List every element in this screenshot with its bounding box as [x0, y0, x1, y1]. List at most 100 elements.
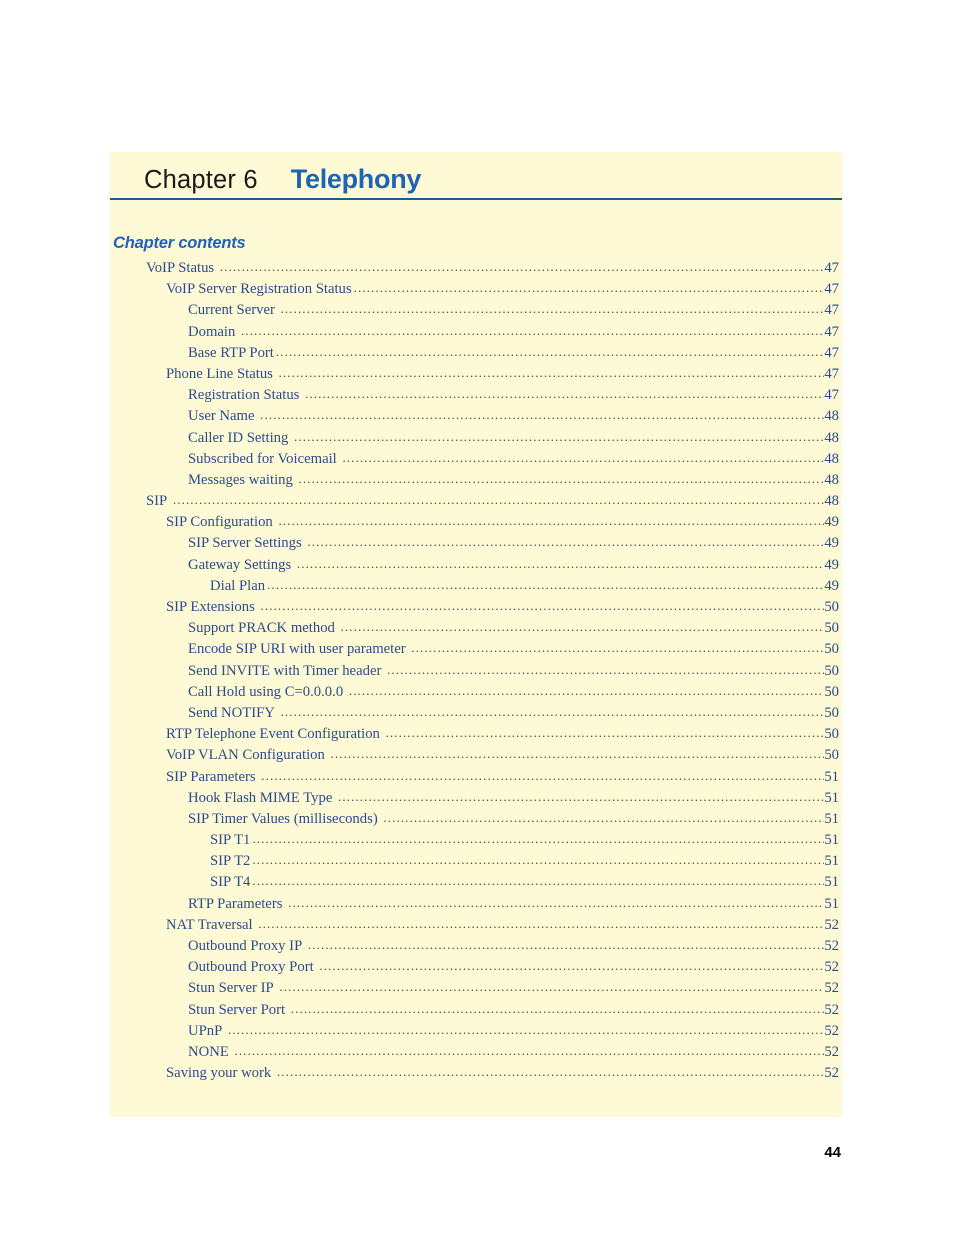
toc-entry[interactable]: SIP Parameters 51	[110, 769, 842, 790]
toc-entry-label: Outbound Proxy Port	[188, 959, 314, 976]
toc-entry[interactable]: SIP Server Settings 49	[110, 535, 842, 556]
toc-entry-label: Outbound Proxy IP	[188, 938, 303, 954]
toc-entry-label: Hook Flash MIME Type	[188, 789, 333, 806]
toc-entry-page-number: 51	[824, 832, 839, 849]
toc-entry[interactable]: Gateway Settings 49	[110, 557, 842, 578]
toc-entry-page-number: 52	[824, 916, 839, 933]
toc-dot-leader	[173, 493, 824, 506]
toc-dot-leader	[338, 790, 824, 803]
toc-entry-label: Send NOTIFY	[188, 704, 275, 721]
toc-entry-page-number: 49	[824, 535, 839, 552]
toc-entry[interactable]: Send NOTIFY 50	[110, 705, 842, 726]
toc-entry[interactable]: VoIP Status 47	[110, 260, 842, 281]
toc-entry[interactable]: Phone Line Status 47	[110, 366, 842, 387]
toc-entry[interactable]: RTP Telephone Event Configuration 50	[110, 726, 842, 747]
toc-entry-page-number: 50	[824, 662, 839, 679]
toc-entry[interactable]: Dial Plan 49	[110, 578, 842, 599]
toc-entry[interactable]: Stun Server Port 52	[110, 1002, 842, 1023]
toc-entry-label: UPnP	[188, 1022, 223, 1039]
toc-entry-label: Saving your work	[166, 1065, 272, 1082]
chapter-title: Telephony	[290, 164, 422, 194]
toc-dot-leader	[234, 1044, 824, 1057]
toc-entry[interactable]: SIP Extensions 50	[110, 599, 842, 620]
toc-entry-label: Stun Server IP	[188, 980, 274, 997]
toc-entry-page-number: 47	[824, 387, 839, 404]
toc-entry[interactable]: Current Server 47	[110, 302, 842, 323]
toc-dot-leader	[342, 451, 824, 464]
toc-entry-label: RTP Parameters	[188, 895, 283, 912]
toc-entry[interactable]: Messages waiting 48	[110, 472, 842, 493]
toc-dot-leader	[319, 959, 824, 972]
toc-entry-label: RTP Telephone Event Configuration	[166, 726, 380, 743]
toc-entry[interactable]: Support PRACK method 50	[110, 620, 842, 641]
toc-entry[interactable]: Hook Flash MIME Type 51	[110, 790, 842, 811]
toc-entry[interactable]: SIP Configuration 49	[110, 514, 842, 535]
toc-dot-leader	[341, 620, 825, 633]
title-divider	[110, 198, 842, 200]
toc-entry[interactable]: Caller ID Setting 48	[110, 430, 842, 451]
toc-entry-label: SIP T2	[210, 853, 251, 870]
toc-entry-label: Send INVITE with Timer header	[188, 662, 382, 679]
toc-entry-label: Encode SIP URI with user parameter	[188, 641, 406, 658]
toc-entry[interactable]: NONE 52	[110, 1044, 842, 1065]
chapter-number: Chapter 6	[144, 165, 258, 194]
toc-entry[interactable]: Send INVITE with Timer header 50	[110, 663, 842, 684]
toc-dot-leader	[349, 684, 824, 697]
toc-entry[interactable]: Registration Status 47	[110, 387, 842, 408]
toc-dot-leader	[276, 345, 824, 358]
toc-entry[interactable]: VoIP Server Registration Status 47	[110, 281, 842, 302]
toc-entry[interactable]: VoIP VLAN Configuration 50	[110, 747, 842, 768]
toc-entry[interactable]: SIP Timer Values (milliseconds) 51	[110, 811, 842, 832]
toc-entry-label: NONE	[188, 1043, 229, 1060]
toc-entry[interactable]: Outbound Proxy IP 52	[110, 938, 842, 959]
toc-entry-page-number: 51	[824, 853, 839, 870]
toc-entry-page-number: 50	[824, 641, 839, 658]
toc-entry-label: SIP Parameters	[166, 768, 256, 785]
toc-entry[interactable]: Base RTP Port 47	[110, 345, 842, 366]
toc-entry-label: Dial Plan	[210, 577, 266, 594]
toc-dot-leader	[277, 1065, 824, 1078]
toc-entry-page-number: 50	[824, 726, 839, 743]
toc-entry-page-number: 50	[824, 683, 839, 700]
toc-dot-leader	[299, 472, 825, 485]
toc-entry-label: Stun Server Port	[188, 1001, 286, 1018]
toc-entry[interactable]: User Name 48	[110, 408, 842, 429]
toc-entry-label: Current Server	[188, 302, 275, 319]
toc-entry[interactable]: Call Hold using C=0.0.0.0 50	[110, 684, 842, 705]
toc-entry[interactable]: Subscribed for Voicemail 48	[110, 451, 842, 472]
toc-entry-label: SIP Timer Values (milliseconds)	[188, 810, 378, 827]
toc-entry-label: Caller ID Setting	[188, 429, 289, 446]
toc-entry[interactable]: Outbound Proxy Port 52	[110, 959, 842, 980]
toc-entry-page-number: 50	[824, 620, 839, 637]
toc-entry[interactable]: Stun Server IP 52	[110, 980, 842, 1001]
toc-entry[interactable]: Domain 47	[110, 324, 842, 345]
toc-entry[interactable]: SIP T2 51	[110, 853, 842, 874]
toc-entry-page-number: 51	[824, 768, 839, 785]
toc-entry[interactable]: RTP Parameters 51	[110, 896, 842, 917]
toc-entry-page-number: 47	[824, 281, 839, 298]
toc-dot-leader	[288, 896, 824, 909]
toc-entry-label: Call Hold using C=0.0.0.0	[188, 683, 344, 700]
chapter-contents-panel: Chapter 6 Telephony Chapter contents VoI…	[110, 152, 842, 1117]
toc-entry-label: Support PRACK method	[188, 620, 335, 637]
toc-entry[interactable]: UPnP 52	[110, 1023, 842, 1044]
toc-dot-leader	[261, 599, 825, 612]
toc-entry[interactable]: Saving your work 52	[110, 1065, 842, 1086]
toc-entry[interactable]: SIP T4 51	[110, 874, 842, 895]
toc-entry[interactable]: SIP T1 51	[110, 832, 842, 853]
toc-dot-leader	[308, 938, 824, 951]
toc-dot-leader	[305, 387, 824, 400]
toc-entry-label: SIP T4	[210, 874, 251, 891]
toc-entry-page-number: 51	[824, 874, 839, 891]
toc-dot-leader	[411, 641, 824, 654]
toc-entry[interactable]: SIP 48	[110, 493, 842, 514]
toc-entry-page-number: 48	[824, 471, 839, 488]
chapter-contents-heading: Chapter contents	[113, 234, 246, 252]
toc-entry[interactable]: Encode SIP URI with user parameter 50	[110, 641, 842, 662]
toc-entry-label: VoIP Status	[146, 260, 215, 276]
toc-entry[interactable]: NAT Traversal 52	[110, 917, 842, 938]
toc-entry-label: NAT Traversal	[166, 916, 253, 933]
toc-entry-label: User Name	[188, 408, 255, 425]
toc-entry-page-number: 52	[824, 938, 839, 954]
toc-entry-page-number: 49	[824, 577, 839, 594]
